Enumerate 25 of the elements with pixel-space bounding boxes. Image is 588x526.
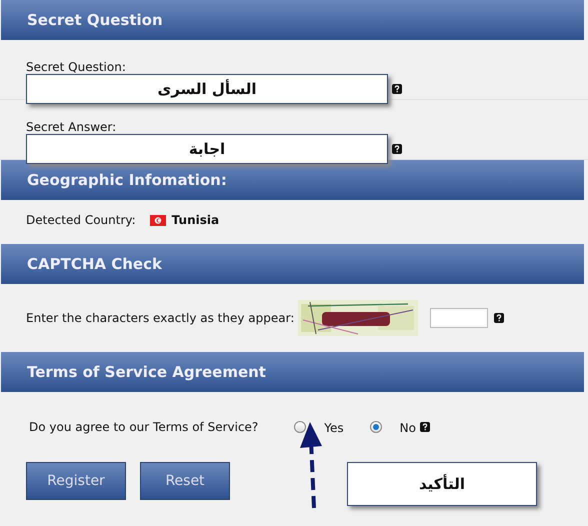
field-label: Secret Question: bbox=[26, 60, 127, 74]
flag-icon bbox=[150, 214, 166, 226]
reset-button[interactable]: Reset bbox=[140, 462, 230, 500]
section-header: Geographic Infomation: bbox=[1, 160, 584, 200]
register-button[interactable]: Register bbox=[26, 462, 126, 500]
captcha-input[interactable] bbox=[430, 308, 488, 328]
radio-button[interactable] bbox=[370, 421, 382, 433]
help-icon[interactable] bbox=[494, 313, 504, 323]
radio-label: No bbox=[400, 421, 416, 435]
section-header: Terms of Service Agreement bbox=[1, 352, 584, 392]
field-label: Secret Answer: bbox=[26, 120, 118, 134]
section-header: Secret Question bbox=[1, 0, 584, 40]
field-label: Enter the characters exactly as they appear: bbox=[26, 311, 294, 325]
callout-box: التأكيد bbox=[347, 462, 537, 506]
help-icon[interactable] bbox=[392, 144, 402, 154]
radio-button[interactable] bbox=[294, 421, 306, 433]
help-icon[interactable] bbox=[420, 422, 430, 432]
callout-box: اجابة bbox=[26, 134, 388, 164]
callout-box: السأل السرى bbox=[26, 74, 388, 104]
country-name: Tunisia bbox=[172, 213, 220, 227]
field-label: Detected Country: bbox=[26, 213, 136, 227]
terms-question: Do you agree to our Terms of Service? bbox=[29, 420, 258, 434]
section-header: CAPTCHA Check bbox=[1, 244, 584, 284]
radio-label: Yes bbox=[324, 421, 344, 435]
help-icon[interactable] bbox=[392, 84, 402, 94]
